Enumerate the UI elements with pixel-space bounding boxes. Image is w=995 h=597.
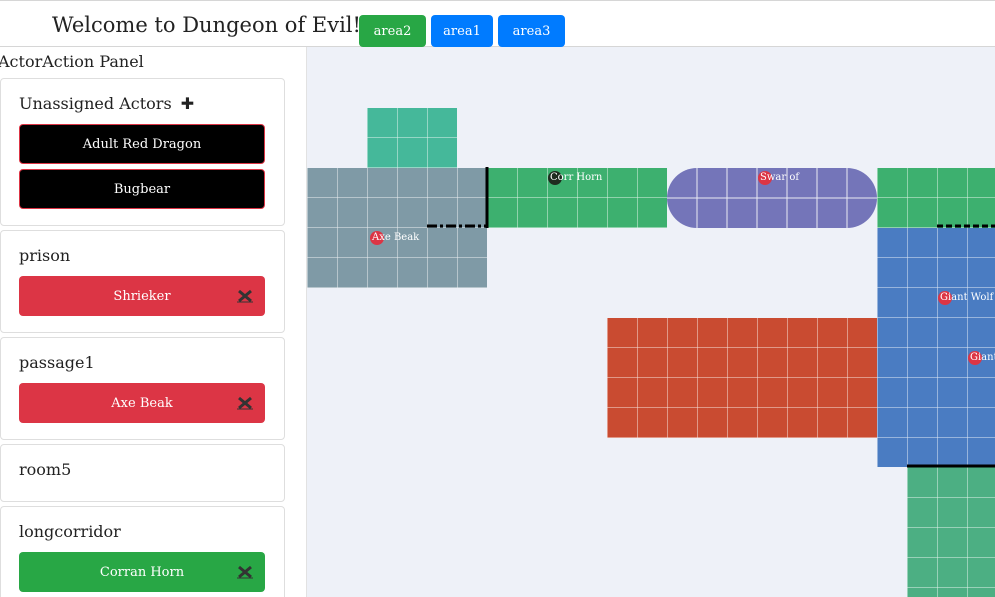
close-x-icon[interactable] [237,565,253,579]
area2-button[interactable]: area2 [359,15,426,47]
actor-label-corran-horn: Corran Horn [99,564,185,580]
token-label: Corr Horn [550,172,603,183]
page-title: Welcome to Dungeon of Evil! [52,13,361,37]
room-title-longcorridor: longcorridor [19,522,121,541]
unassigned-actors-card: Unassigned Actors ✚ Adult Red Dragon Bug… [0,78,285,226]
giant-frog-token[interactable]: Giant Frog [968,351,995,391]
token-label: Swar of [760,172,800,183]
room-card-room5: room5 [0,444,285,502]
close-x-icon[interactable] [237,289,253,303]
room-title-room5: room5 [19,460,72,479]
dungeon-map-canvas [307,108,995,597]
room-card-passage1: passage1 Axe Beak [0,337,285,440]
room-card-prison: prison Shrieker [0,230,285,333]
token-label: Giant Frog [970,352,995,363]
plus-icon[interactable]: ✚ [181,94,194,113]
room-tile-green-right[interactable] [877,168,995,228]
actor-button-axe-beak[interactable]: Axe Beak [19,383,265,423]
header-bar: Welcome to Dungeon of Evil! area2 area1 … [0,0,995,47]
swarm-token[interactable]: Swar of [758,171,818,211]
room-tile-blue[interactable] [877,228,995,467]
actor-label-shrieker: Shrieker [113,288,171,304]
room-tile-teal[interactable] [367,108,457,168]
token-label: Axe Beak [372,232,420,243]
actor-action-panel: ActorAction Panel Unassigned Actors ✚ Ad… [0,47,307,597]
actor-button-corran-horn[interactable]: Corran Horn [19,552,265,592]
room-tile-seagreen[interactable] [907,467,995,597]
unassigned-actors-title: Unassigned Actors ✚ [19,94,194,113]
room-title-passage1: passage1 [19,353,95,372]
room-tile-orange[interactable] [607,318,877,438]
room-card-longcorridor: longcorridor Corran Horn [0,506,285,597]
corran-horn-token[interactable]: Corr Horn [548,171,608,211]
close-x-icon[interactable] [237,396,253,410]
dungeon-map[interactable]: Axe Beak Corr Horn Swar of Giant Wolf Gi… [307,47,995,597]
actor-button-adult-red-dragon[interactable]: Adult Red Dragon [19,124,265,164]
axe-beak-token[interactable]: Axe Beak [370,231,430,271]
actor-button-bugbear[interactable]: Bugbear [19,169,265,209]
room-title-prison: prison [19,246,71,265]
area1-button[interactable]: area1 [431,15,493,47]
token-label: Giant Wolf [940,292,994,303]
area3-button[interactable]: area3 [498,15,565,47]
unassigned-actors-label: Unassigned Actors [19,94,172,113]
giant-wolf-token[interactable]: Giant Wolf [938,291,995,331]
actor-label-axe-beak: Axe Beak [111,395,173,411]
panel-title: ActorAction Panel [0,52,144,71]
actor-button-shrieker[interactable]: Shrieker [19,276,265,316]
